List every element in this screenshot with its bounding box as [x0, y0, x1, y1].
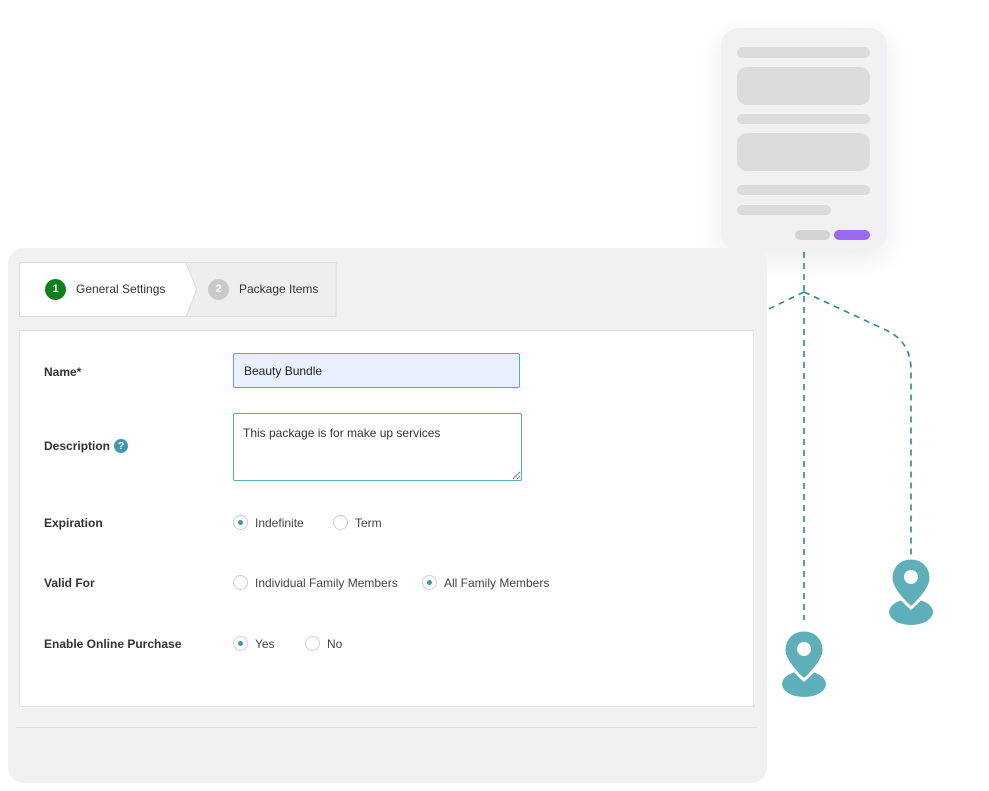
phone-skeleton-line — [737, 185, 870, 195]
description-textarea[interactable]: This package is for make up services — [233, 413, 522, 481]
radio-button[interactable] — [305, 636, 320, 651]
location-pin-icon — [889, 556, 933, 625]
phone-skeleton-line — [737, 114, 870, 124]
radio-selected-dot — [238, 641, 243, 646]
phone-skeleton-block — [737, 133, 870, 171]
tab-general-settings[interactable]: 1 General Settings — [45, 262, 165, 316]
phone-skeleton-line — [737, 205, 831, 215]
radio-label: Individual Family Members — [255, 575, 398, 590]
radio-label: Indefinite — [255, 515, 304, 530]
radio-button[interactable] — [422, 575, 437, 590]
phone-primary-button — [834, 230, 870, 240]
tab-package-items[interactable]: 2 Package Items — [208, 262, 318, 316]
radio-button[interactable] — [333, 515, 348, 530]
expiration-term-radio[interactable]: Term — [333, 515, 382, 530]
question-circle-icon[interactable]: ? — [114, 439, 129, 453]
general-settings-form: Name* Description ? This package is for … — [19, 330, 754, 707]
name-input[interactable] — [233, 353, 520, 388]
radio-button[interactable] — [233, 515, 248, 530]
radio-label: Yes — [255, 636, 275, 651]
expiration-label: Expiration — [44, 516, 103, 530]
radio-label: Term — [355, 515, 382, 530]
description-label-row: Description ? — [44, 439, 129, 453]
description-label: Description — [44, 439, 111, 453]
name-label: Name* — [44, 365, 82, 379]
online-purchase-label: Enable Online Purchase — [44, 637, 182, 651]
package-settings-panel: 1 General Settings 2 Package Items Name*… — [8, 248, 767, 783]
phone-skeleton-block — [737, 67, 870, 105]
tab-package-items-label: Package Items — [239, 282, 319, 296]
radio-label: All Family Members — [444, 575, 550, 590]
radio-button[interactable] — [233, 636, 248, 651]
radio-selected-dot — [238, 520, 243, 525]
expiration-indefinite-radio[interactable]: Indefinite — [233, 515, 304, 530]
phone-mockup — [721, 28, 887, 251]
radio-selected-dot — [427, 580, 432, 585]
valid-for-label: Valid For — [44, 576, 95, 590]
radio-button[interactable] — [233, 575, 248, 590]
phone-skeleton-line — [737, 47, 870, 58]
online-purchase-no-radio[interactable]: No — [305, 636, 342, 651]
tab-general-settings-label: General Settings — [76, 282, 166, 296]
step-number-badge: 1 — [45, 278, 66, 300]
location-pin-icon — [782, 628, 826, 697]
online-purchase-yes-radio[interactable]: Yes — [233, 636, 275, 651]
divider — [16, 727, 757, 728]
phone-secondary-button — [795, 230, 830, 240]
valid-for-individual-radio[interactable]: Individual Family Members — [233, 575, 398, 590]
step-number-badge: 2 — [208, 278, 229, 300]
valid-for-all-radio[interactable]: All Family Members — [422, 575, 549, 590]
radio-label: No — [327, 636, 343, 651]
